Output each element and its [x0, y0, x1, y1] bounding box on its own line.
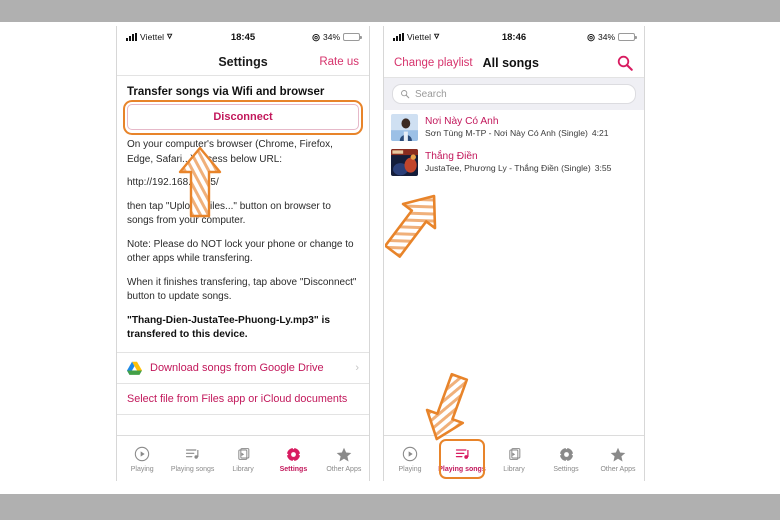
song-subtitle: Sơn Tùng M-TP - Nơi Này Có Anh (Single) — [425, 128, 588, 139]
battery-icon — [343, 32, 362, 42]
tab-playing-songs[interactable]: Playing songs — [436, 436, 488, 481]
chevron-right-icon: › — [355, 362, 359, 375]
google-drive-row[interactable]: Download songs from Google Drive › — [117, 353, 369, 383]
wifi-icon: ▿ — [167, 31, 173, 42]
play-circle-icon — [134, 444, 150, 464]
library-stack-icon — [235, 444, 252, 464]
bottom-gray-band — [0, 494, 780, 520]
select-file-row[interactable]: Select file from Files app or iCloud doc… — [117, 384, 369, 414]
status-left-group: Viettel ▿ — [126, 32, 172, 42]
tab-label: Playing songs — [438, 466, 486, 473]
search-icon[interactable] — [616, 54, 634, 72]
tab-other-apps[interactable]: Other Apps — [592, 436, 644, 481]
song-subtitle-line: Sơn Tùng M-TP - Nơi Này Có Anh (Single) … — [425, 128, 637, 139]
settings-content: Transfer songs via Wifi and browser Disc… — [117, 76, 369, 416]
tab-playing[interactable]: Playing — [384, 436, 436, 481]
disconnect-button[interactable]: Disconnect — [127, 104, 359, 130]
instruction-note: Note: Please do NOT lock your phone or c… — [127, 238, 354, 265]
song-duration: 3:55 — [594, 163, 612, 174]
album-art — [391, 149, 418, 176]
left-nav-bar: Settings Rate us — [117, 48, 369, 76]
search-input[interactable]: Search — [392, 84, 636, 104]
disconnect-area: Disconnect — [117, 100, 369, 138]
battery-percent: 34% — [322, 32, 340, 42]
instruction-browser: On your computer's browser (Chrome, Fire… — [127, 139, 333, 165]
right-tab-bar: Playing Playing songs Library Settings O… — [384, 435, 644, 481]
instruction-upload: then tap "Upload Files..." button on bro… — [127, 200, 331, 227]
tab-label: Library — [503, 466, 525, 473]
tab-label: Other Apps — [326, 466, 362, 473]
google-drive-label: Download songs from Google Drive — [150, 362, 324, 375]
tab-library[interactable]: Library — [488, 436, 540, 481]
song-list: Nơi Này Có Anh Sơn Tùng M-TP - Nơi Này C… — [384, 110, 644, 180]
tab-label: Playing — [398, 466, 422, 473]
album-art — [391, 114, 418, 141]
tab-settings[interactable]: Settings — [540, 436, 592, 481]
playlist-title: All songs — [482, 55, 539, 70]
section-heading: Transfer songs via Wifi and browser — [127, 86, 325, 98]
status-left-group: Viettel ▿ — [393, 32, 439, 42]
left-status-bar: Viettel ▿ 18:45 ◎ 34% — [117, 26, 369, 48]
transfer-url[interactable]: http://192.168.1.105/ — [117, 176, 369, 191]
song-title: Nơi Này Có Anh — [425, 115, 499, 127]
location-arrow-icon: ◎ — [312, 31, 320, 42]
tab-library[interactable]: Library — [218, 436, 268, 481]
carrier-label: Viettel — [140, 32, 165, 42]
tab-label: Playing — [130, 466, 154, 473]
tab-label: Other Apps — [600, 466, 636, 473]
search-zone: Search — [384, 78, 644, 110]
right-nav-bar: Change playlist All songs — [384, 48, 644, 78]
library-stack-icon — [506, 444, 523, 464]
song-subtitle-line: JustaTee, Phương Ly - Thắng Điền (Single… — [425, 163, 637, 174]
tab-label: Library — [232, 466, 254, 473]
top-gray-band — [0, 0, 780, 22]
tab-label: Settings — [279, 466, 308, 473]
search-icon — [401, 90, 410, 99]
battery-icon — [618, 32, 637, 42]
battery-percent: 34% — [597, 32, 615, 42]
gear-icon — [557, 444, 575, 464]
search-placeholder: Search — [415, 88, 447, 100]
song-duration: 4:21 — [591, 128, 609, 139]
tab-label: Settings — [553, 466, 579, 473]
right-status-bar: Viettel ▿ 18:46 ◎ 34% — [384, 26, 644, 48]
tab-playing-songs[interactable]: Playing songs — [167, 436, 217, 481]
right-phone-screenshot: Viettel ▿ 18:46 ◎ 34% Change playlist Al… — [383, 26, 645, 481]
status-right-group: ◎ 34% — [312, 31, 362, 43]
star-icon — [335, 444, 353, 464]
song-meta: Nơi Này Có Anh Sơn Tùng M-TP - Nơi Này C… — [425, 116, 637, 140]
tab-playing[interactable]: Playing — [117, 436, 167, 481]
change-playlist-button[interactable]: Change playlist — [394, 57, 473, 69]
playlist-note-icon — [454, 444, 471, 464]
tab-label: Playing songs — [170, 466, 215, 473]
rate-us-button[interactable]: Rate us — [319, 56, 359, 68]
status-right-group: ◎ 34% — [587, 31, 637, 43]
transfer-status-message: "Thang-Dien-JustaTee-Phuong-Ly.mp3" is t… — [127, 314, 331, 341]
tab-other-apps[interactable]: Other Apps — [319, 436, 369, 481]
song-subtitle: JustaTee, Phương Ly - Thắng Điền (Single… — [425, 163, 591, 174]
song-title: Thắng Điền — [425, 150, 478, 162]
tab-settings[interactable]: Settings — [268, 436, 318, 481]
cellular-bars-icon — [393, 33, 404, 41]
google-drive-icon — [127, 361, 142, 375]
playlist-note-icon — [184, 444, 201, 464]
left-phone-screenshot: Viettel ▿ 18:45 ◎ 34% Settings Rate us T… — [116, 26, 370, 481]
song-meta: Thắng Điền JustaTee, Phương Ly - Thắng Đ… — [425, 151, 637, 175]
list-item[interactable]: Thắng Điền JustaTee, Phương Ly - Thắng Đ… — [384, 145, 644, 180]
play-circle-icon — [402, 444, 418, 464]
star-icon — [609, 444, 627, 464]
list-item[interactable]: Nơi Này Có Anh Sơn Tùng M-TP - Nơi Này C… — [384, 110, 644, 145]
divider — [117, 414, 369, 416]
instruction-finish: When it finishes transfering, tap above … — [127, 276, 357, 303]
left-tab-bar: Playing Playing songs Library Settings O… — [117, 435, 369, 481]
location-arrow-icon: ◎ — [587, 31, 595, 42]
screenshot-canvas: Viettel ▿ 18:45 ◎ 34% Settings Rate us T… — [0, 0, 780, 520]
cellular-bars-icon — [126, 33, 137, 41]
wifi-icon: ▿ — [434, 31, 440, 42]
gear-icon — [285, 444, 302, 464]
carrier-label: Viettel — [407, 32, 432, 42]
